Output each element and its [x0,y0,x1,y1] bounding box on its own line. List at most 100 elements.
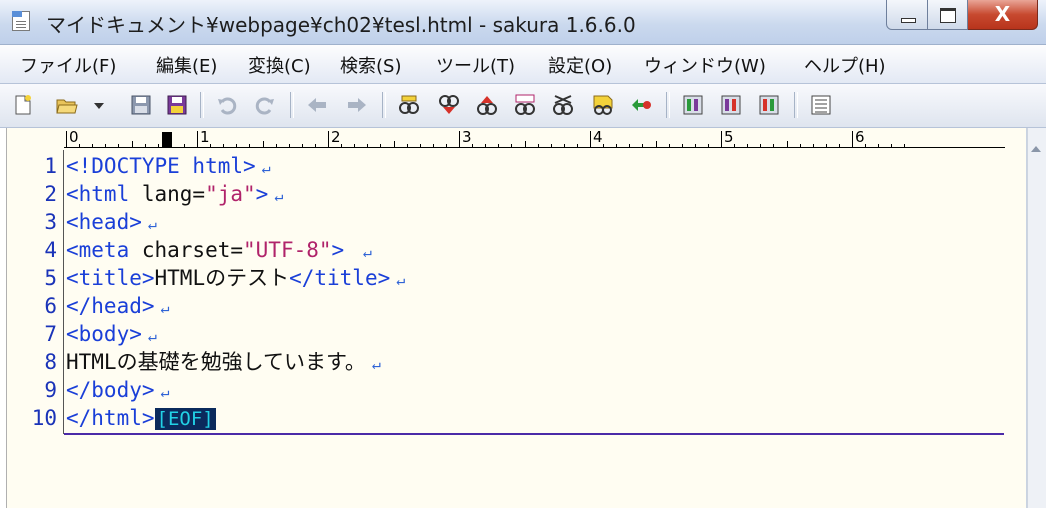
menu-settings[interactable]: 設定(O) [548,52,612,78]
ruler-tick [642,144,644,147]
code-line: <!DOCTYPE html> ↵ [66,152,271,180]
ruler-tick [629,144,631,147]
ruler-tick [655,141,657,147]
ruler-tick [760,144,762,147]
minimize-button[interactable] [886,0,928,30]
menu-help[interactable]: ヘルプ(H) [804,52,886,78]
vertical-scrollbar[interactable] [1027,128,1046,508]
html-tag: <title> [66,266,155,290]
ruler-tick [170,144,172,147]
jump-icon[interactable] [630,94,652,116]
attribute-value: "ja" [205,182,256,206]
gutter-divider [63,150,64,434]
replace-all-icon[interactable] [552,94,574,116]
tool1-icon[interactable] [682,94,704,116]
html-tag: <body> [66,322,142,346]
code-line: HTMLの基礎を勉強しています。 ↵ [66,348,381,376]
app-icon[interactable] [12,11,30,31]
menu-tools[interactable]: ツール(T) [436,52,515,78]
ruler-tick [275,144,277,147]
ruler-tick [288,144,290,147]
cursor-line-underline [64,433,1004,435]
ruler-tick [301,144,303,147]
close-button[interactable]: X [968,0,1038,30]
replace-icon[interactable] [514,94,536,116]
ruler-tick [694,144,696,147]
search-prev-icon[interactable] [476,94,498,116]
menu-file[interactable]: ファイル(F) [20,52,116,78]
toolbar-separator [794,92,798,118]
undo-icon[interactable] [216,94,238,116]
line-number: 6 [44,294,57,318]
ruler-tick [852,131,853,147]
menu-bar: ファイル(F) 編集(E) 変換(C) 検索(S) ツール(T) 設定(O) ウ… [0,44,1046,84]
code-line: <meta charset="UTF-8"> ↵ [66,236,372,264]
line-number: 8 [44,350,57,374]
redo-icon[interactable] [254,94,276,116]
ruler-tick [262,141,264,147]
dropdown-arrow-icon[interactable] [92,94,106,116]
ruler-tick [419,144,421,147]
ruler-tick [550,144,552,147]
html-tag: > [331,238,357,262]
new-file-icon[interactable] [12,94,34,116]
close-icon: X [994,2,1011,26]
ruler-tick [668,144,670,147]
ruler-tick [865,144,867,147]
ruler-tick [341,144,343,147]
html-tag: </html> [66,406,155,430]
code-line: <body> ↵ [66,320,157,348]
html-tag: </head> [66,294,155,318]
toolbar-separator [382,92,386,118]
line-number: 9 [44,378,57,402]
save-all-icon[interactable] [166,94,188,116]
maximize-button[interactable] [928,0,968,30]
ruler-tick [459,131,460,147]
ruler-tick [616,144,618,147]
search-next-icon[interactable] [438,94,460,116]
ruler-tick [92,144,94,147]
ruler-tick [681,144,683,147]
toolbar-separator [290,92,294,118]
tool3-icon[interactable] [758,94,780,116]
text-content: HTMLのテスト [154,266,290,290]
newline-mark: ↵ [160,299,170,317]
ruler-tick [223,144,225,147]
ruler-tick [157,144,159,147]
forward-icon[interactable] [346,94,368,116]
ruler-tick [118,144,120,147]
ruler-tick [838,144,840,147]
tool2-icon[interactable] [720,94,742,116]
ruler-tick [825,144,827,147]
menu-search[interactable]: 検索(S) [340,52,401,78]
search-icon[interactable] [398,94,420,116]
scroll-up-arrow-icon[interactable] [1031,146,1041,152]
ruler-tick [799,144,801,147]
save-icon[interactable] [130,94,152,116]
ruler-tick [707,144,709,147]
ruler-tick [721,131,722,147]
ruler-tick [878,144,880,147]
line-number: 7 [44,322,57,346]
ruler-label: 3 [462,128,472,146]
menu-convert[interactable]: 変換(C) [248,52,311,78]
html-tag: > [255,182,269,206]
newline-mark: ↵ [147,215,157,233]
menu-edit[interactable]: 編集(E) [156,52,217,78]
grep-icon[interactable] [592,94,614,116]
open-folder-icon[interactable] [56,94,78,116]
code-line: <title>HTMLのテスト</title> ↵ [66,264,405,292]
editor-area[interactable]: 0123456 1 2 3 4 5 6 7 8 9 10 <!DOCTYPE h… [6,128,1031,508]
newline-mark: ↵ [396,271,406,289]
ruler-tick [210,144,212,147]
ruler-tick [183,144,185,147]
outline-icon[interactable] [810,94,832,116]
menu-window[interactable]: ウィンドウ(W) [644,52,766,78]
attribute: lang= [129,182,206,206]
ruler-tick [786,141,788,147]
ruler-tick [393,141,395,147]
ruler-tick [734,144,736,147]
newline-mark: ↵ [274,187,284,205]
ruler-tick [445,144,447,147]
back-icon[interactable] [306,94,328,116]
